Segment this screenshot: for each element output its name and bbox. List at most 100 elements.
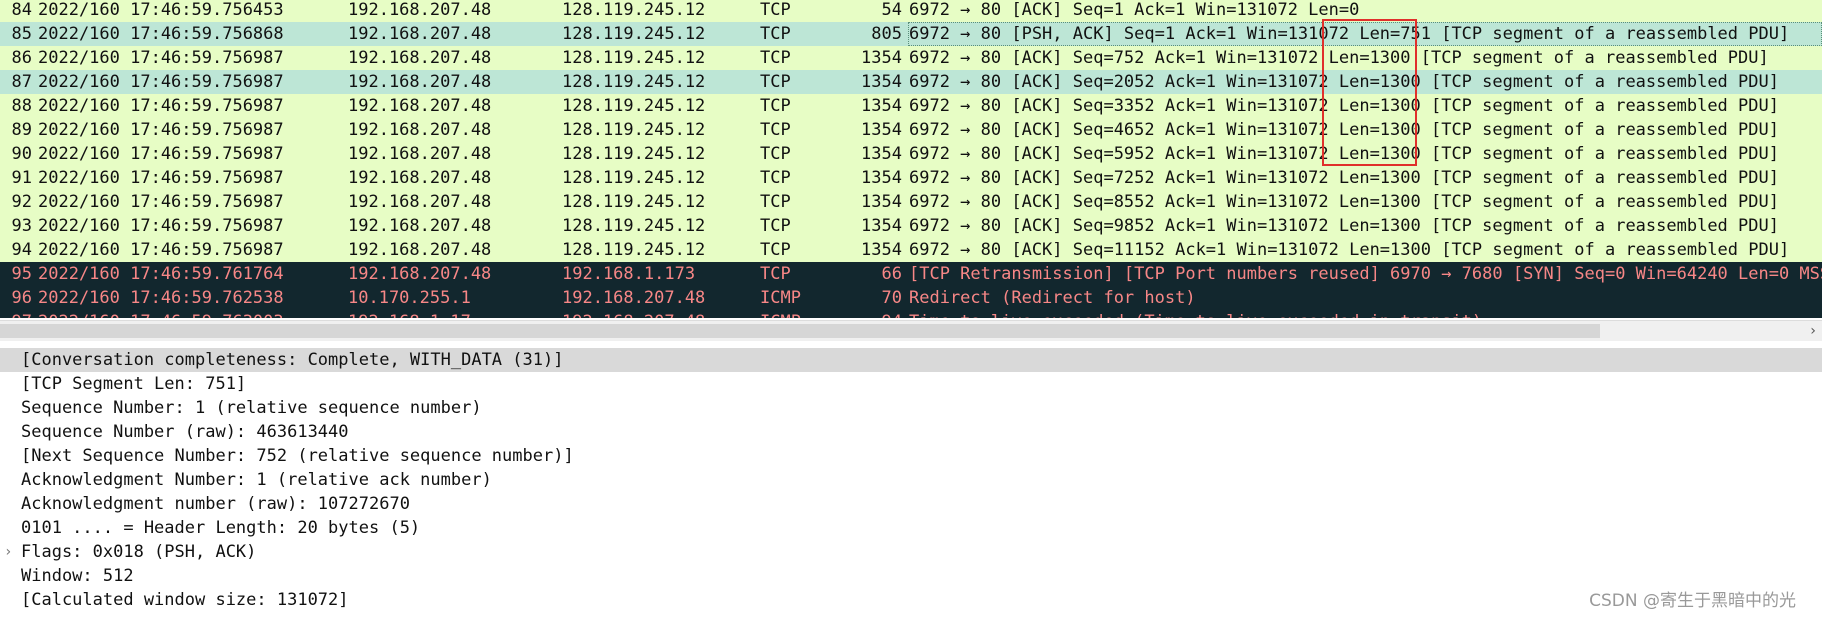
- packet-info: 6972 → 80 [ACK] Seq=1 Ack=1 Win=131072 L…: [909, 0, 1360, 20]
- packet-destination: 128.119.245.12: [562, 96, 706, 116]
- detail-text: Sequence Number (raw): 463613440: [21, 422, 349, 442]
- watermark: CSDN @寄生于黑暗中的光: [1589, 591, 1796, 611]
- packet-length: 94: [820, 310, 902, 318]
- packet-destination: 128.119.245.12: [562, 24, 706, 44]
- packet-time: 2022/160 17:46:59.756868: [38, 24, 284, 44]
- packet-destination: 192.168.207.48: [562, 288, 706, 308]
- packet-row[interactable]: 93 2022/160 17:46:59.756987 192.168.207.…: [0, 214, 1822, 238]
- detail-text: 0101 .... = Header Length: 20 bytes (5): [21, 518, 421, 538]
- packet-length: 66: [881, 264, 902, 284]
- packet-list: 84 2022/160 17:46:59.756453 192.168.207.…: [0, 0, 1822, 318]
- detail-row[interactable]: [Next Sequence Number: 752 (relative seq…: [0, 444, 1822, 468]
- packet-source: 10.170.255.1: [348, 288, 471, 308]
- scrollbar-thumb[interactable]: [0, 324, 1600, 338]
- packet-source: 192.168.207.48: [348, 144, 492, 164]
- detail-text: Sequence Number: 1 (relative sequence nu…: [21, 398, 482, 418]
- packet-info: 6972 → 80 [ACK] Seq=7252 Ack=1 Win=13107…: [909, 168, 1779, 188]
- detail-row[interactable]: Acknowledgment number (raw): 107272670: [0, 492, 1822, 516]
- packet-row[interactable]: 88 2022/160 17:46:59.756987 192.168.207.…: [0, 94, 1822, 118]
- packet-source: 192.168.207.48: [348, 192, 492, 212]
- packet-row[interactable]: 86 2022/160 17:46:59.756987 192.168.207.…: [0, 46, 1822, 70]
- packet-row[interactable]: 92 2022/160 17:46:59.756987 192.168.207.…: [0, 190, 1822, 214]
- packet-destination: 128.119.245.12: [562, 120, 706, 140]
- packet-info: 6972 → 80 [ACK] Seq=11152 Ack=1 Win=1310…: [909, 240, 1790, 260]
- packet-time: 2022/160 17:46:59.756987: [38, 48, 284, 68]
- packet-row[interactable]: 94 2022/160 17:46:59.756987 192.168.207.…: [0, 238, 1822, 262]
- detail-row[interactable]: Window: 512: [0, 564, 1822, 588]
- packet-time: 2022/160 17:46:59.756987: [38, 216, 284, 236]
- packet-time: 2022/160 17:46:59.756987: [38, 192, 284, 212]
- packet-no: 89: [11, 120, 32, 140]
- packet-destination: 128.119.245.12: [562, 48, 706, 68]
- packet-length: 1354: [861, 72, 902, 92]
- packet-protocol: ICMP: [760, 310, 801, 318]
- packet-no: 87: [11, 72, 32, 92]
- detail-text: Flags: 0x018 (PSH, ACK): [21, 542, 257, 562]
- packet-details-pane: [Conversation completeness: Complete, WI…: [0, 348, 1822, 617]
- packet-no: 91: [11, 168, 32, 188]
- packet-no: 90: [11, 144, 32, 164]
- packet-length: 1354: [861, 120, 902, 140]
- detail-row[interactable]: [Conversation completeness: Complete, WI…: [0, 348, 1822, 372]
- packet-length: 1354: [861, 96, 902, 116]
- packet-protocol: TCP: [760, 144, 791, 164]
- packet-length: 54: [881, 0, 902, 20]
- packet-protocol: TCP: [760, 264, 791, 284]
- packet-protocol: TCP: [760, 168, 791, 188]
- packet-row[interactable]: 87 2022/160 17:46:59.756987 192.168.207.…: [0, 70, 1822, 94]
- packet-row[interactable]: 89 2022/160 17:46:59.756987 192.168.207.…: [0, 118, 1822, 142]
- packet-info: Redirect (Redirect for host): [909, 288, 1196, 308]
- detail-row[interactable]: Acknowledgment Number: 1 (relative ack n…: [0, 468, 1822, 492]
- packet-row-icmp[interactable]: 97 2022/160 17:46:59.763003 192.168.1.17…: [0, 310, 1822, 318]
- packet-no: 97: [0, 310, 32, 318]
- packet-row-icmp[interactable]: 96 2022/160 17:46:59.762538 10.170.255.1…: [0, 286, 1822, 310]
- packet-info: Time-to-live exceeded (Time to live exce…: [909, 310, 1482, 318]
- expand-chevron-icon[interactable]: ›: [4, 540, 16, 564]
- packet-protocol: TCP: [760, 72, 791, 92]
- packet-time: 2022/160 17:46:59.756453: [38, 0, 284, 20]
- packet-row[interactable]: 91 2022/160 17:46:59.756987 192.168.207.…: [0, 166, 1822, 190]
- packet-source: 192.168.207.48: [348, 24, 492, 44]
- packet-source: 192.168.207.48: [348, 0, 492, 20]
- packet-destination: 192.168.207.48: [562, 310, 705, 318]
- packet-destination: 128.119.245.12: [562, 240, 706, 260]
- packet-no: 96: [11, 288, 32, 308]
- scroll-right-icon[interactable]: ›: [1806, 321, 1820, 341]
- detail-row[interactable]: Sequence Number (raw): 463613440: [0, 420, 1822, 444]
- packet-time: 2022/160 17:46:59.756987: [38, 240, 284, 260]
- detail-row[interactable]: [Calculated window size: 131072]: [0, 588, 1822, 612]
- detail-text: [TCP Segment Len: 751]: [21, 374, 247, 394]
- detail-row[interactable]: Sequence Number: 1 (relative sequence nu…: [0, 396, 1822, 420]
- detail-text: Acknowledgment number (raw): 107272670: [21, 494, 410, 514]
- detail-row[interactable]: 0101 .... = Header Length: 20 bytes (5): [0, 516, 1822, 540]
- packet-source: 192.168.207.48: [348, 168, 492, 188]
- packet-source: 192.168.1.17: [348, 310, 471, 318]
- packet-row[interactable]: 84 2022/160 17:46:59.756453 192.168.207.…: [0, 0, 1822, 22]
- packet-row[interactable]: 90 2022/160 17:46:59.756987 192.168.207.…: [0, 142, 1822, 166]
- packet-destination: 128.119.245.12: [562, 216, 706, 236]
- horizontal-scrollbar[interactable]: ›: [0, 320, 1822, 341]
- packet-no: 92: [11, 192, 32, 212]
- detail-row[interactable]: [TCP Segment Len: 751]: [0, 372, 1822, 396]
- packet-protocol: TCP: [760, 120, 791, 140]
- packet-no: 85: [11, 24, 32, 44]
- packet-no: 84: [11, 0, 32, 20]
- packet-protocol: TCP: [760, 0, 791, 20]
- packet-time: 2022/160 17:46:59.756987: [38, 168, 284, 188]
- packet-length: 1354: [861, 144, 902, 164]
- packet-row-retransmission[interactable]: 95 2022/160 17:46:59.761764 192.168.207.…: [0, 262, 1822, 286]
- packet-source: 192.168.207.48: [348, 120, 492, 140]
- packet-length: 1354: [861, 240, 902, 260]
- packet-destination: 128.119.245.12: [562, 0, 706, 20]
- packet-row-selected[interactable]: 85 2022/160 17:46:59.756868 192.168.207.…: [0, 22, 1822, 46]
- packet-protocol: TCP: [760, 240, 791, 260]
- detail-row-flags[interactable]: › Flags: 0x018 (PSH, ACK): [0, 540, 1822, 564]
- packet-time: 2022/160 17:46:59.756987: [38, 120, 284, 140]
- packet-no: 95: [11, 264, 32, 284]
- packet-length: 1354: [861, 216, 902, 236]
- packet-protocol: TCP: [760, 192, 791, 212]
- detail-text: Acknowledgment Number: 1 (relative ack n…: [21, 470, 492, 490]
- detail-text: Window: 512: [21, 566, 134, 586]
- packet-no: 94: [11, 240, 32, 260]
- packet-no: 86: [11, 48, 32, 68]
